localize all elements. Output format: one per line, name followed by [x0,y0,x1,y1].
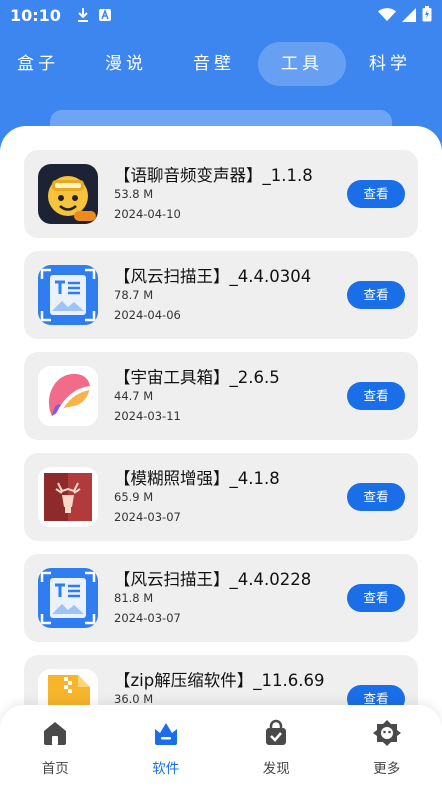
app-name: 【宇宙工具箱】_2.6.5 [114,368,280,387]
scanner-icon [38,568,98,628]
tab-science[interactable]: 科学 [346,42,434,86]
list-item[interactable]: 【风云扫描王】_4.4.0228 81.8 M 2024-03-07 查看 [24,554,418,642]
app-name: 【语聊音频变声器】_1.1.8 [114,166,313,185]
status-time: 10:10 [10,5,61,25]
download-icon [75,7,91,23]
list-item[interactable]: 【风云扫描王】_4.4.0304 78.7 M 2024-04-06 查看 [24,251,418,339]
signal-icon [402,7,416,26]
nav-label: 发现 [262,761,290,777]
app-date: 2024-04-06 [114,308,181,322]
toolbox-icon [38,366,98,426]
nav-home[interactable]: 首页 [0,705,111,787]
app-date: 2024-03-11 [114,409,181,423]
tab-box[interactable]: 盒子 [0,42,82,86]
nav-software[interactable]: 软件 [111,705,222,787]
wifi-icon [378,7,396,26]
view-button[interactable]: 查看 [347,382,405,410]
app-size: 36.0 M [114,692,154,706]
app-list: 【语聊音频变声器】_1.1.8 53.8 M 2024-04-10 查看 【风云… [24,150,418,756]
home-icon [41,719,69,747]
nav-label: 软件 [152,761,180,777]
list-item[interactable]: 【宇宙工具箱】_2.6.5 44.7 M 2024-03-11 查看 [24,352,418,440]
app-name: 【风云扫描王】_4.4.0228 [114,570,312,589]
app-size: 44.7 M [114,389,154,403]
app-size: 81.8 M [114,591,154,605]
voice-changer-icon [38,164,98,224]
discover-icon [262,719,290,747]
app-date: 2024-04-10 [114,207,181,221]
bottom-nav: 首页 软件 发现 更多 [0,705,442,787]
tab-tools[interactable]: 工具 [258,42,346,86]
app-name: 【zip解压缩软件】_11.6.69 [114,671,325,690]
app-name: 【模糊照增强】_4.1.8 [114,469,280,488]
list-item[interactable]: 【模糊照增强】_4.1.8 65.9 M 2024-03-07 查看 [24,453,418,541]
app-list-sheet: 【语聊音频变声器】_1.1.8 53.8 M 2024-04-10 查看 【风云… [0,126,442,787]
category-tabs: 盒子 漫说 音壁 工具 科学 [0,42,434,86]
app-size: 53.8 M [114,187,154,201]
app-size: 78.7 M [114,288,154,302]
tab-manshuo[interactable]: 漫说 [82,42,170,86]
tab-yinbi[interactable]: 音壁 [170,42,258,86]
battery-icon [422,6,432,26]
software-icon [152,719,180,747]
app-name: 【风云扫描王】_4.4.0304 [114,267,312,286]
app-date: 2024-03-07 [114,611,181,625]
nav-more[interactable]: 更多 [332,705,442,787]
app-size: 65.9 M [114,490,154,504]
view-button[interactable]: 查看 [347,483,405,511]
list-item[interactable]: 【语聊音频变声器】_1.1.8 53.8 M 2024-04-10 查看 [24,150,418,238]
photo-enhance-icon [38,467,98,527]
view-button[interactable]: 查看 [347,180,405,208]
app-date: 2024-03-07 [114,510,181,524]
nav-label: 首页 [41,761,69,777]
scanner-icon [38,265,98,325]
nav-discover[interactable]: 发现 [221,705,332,787]
more-icon [372,719,401,747]
status-bar: 10:10 [0,0,442,30]
view-button[interactable]: 查看 [347,584,405,612]
notification-a-icon [97,7,113,23]
view-button[interactable]: 查看 [347,281,405,309]
nav-label: 更多 [373,761,401,777]
